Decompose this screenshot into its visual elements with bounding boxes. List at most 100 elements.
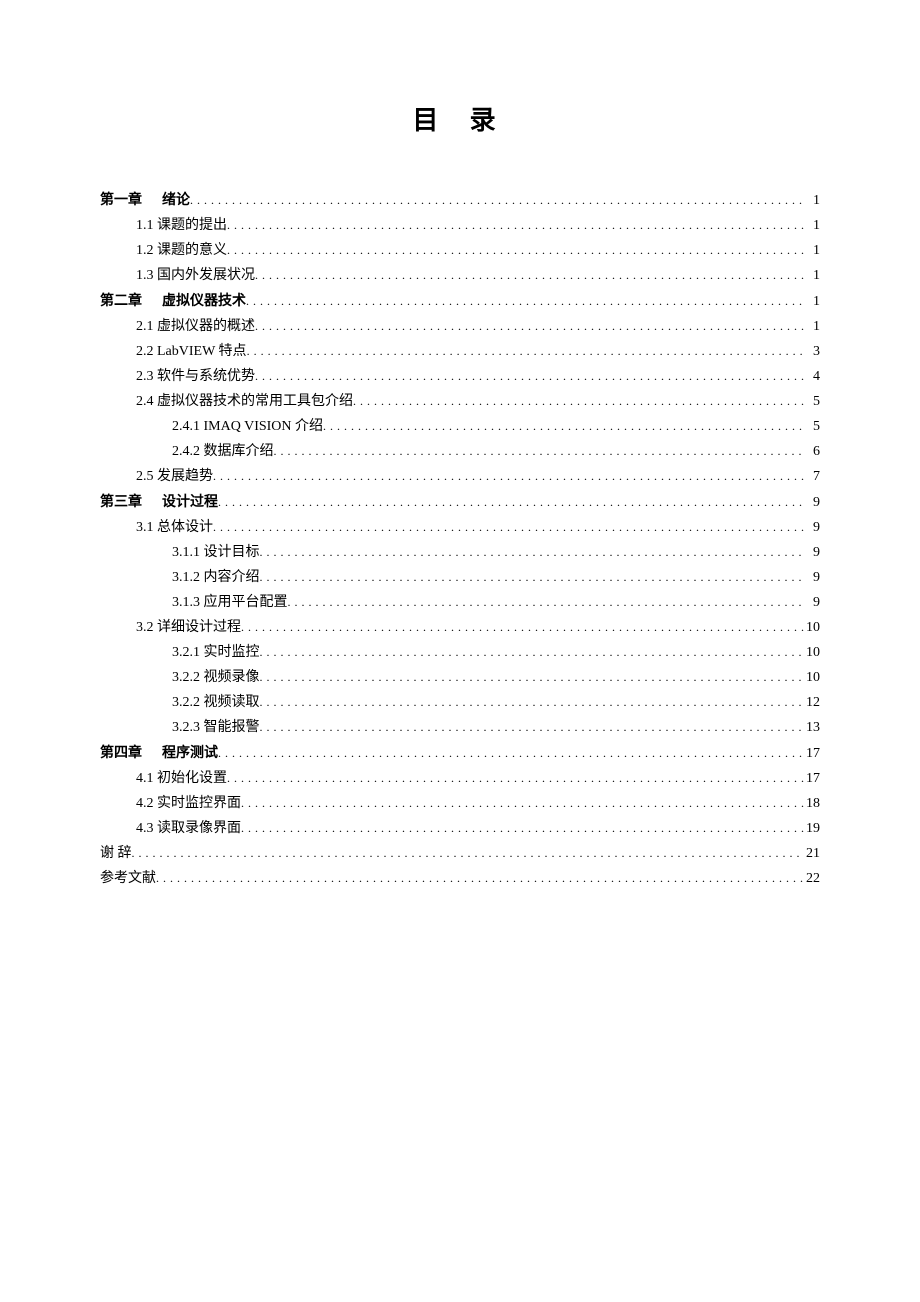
toc-entry: 1.1 课题的提出 1 bbox=[100, 213, 820, 238]
toc-entry-label: 4.2 实时监控界面 bbox=[136, 792, 241, 816]
toc-dots bbox=[246, 289, 804, 313]
toc-entry: 3.2.2 视频录像 10 bbox=[100, 665, 820, 690]
toc-page-number: 13 bbox=[804, 716, 820, 740]
toc-page-number: 12 bbox=[804, 691, 820, 715]
toc-entry-label: 4.1 初始化设置 bbox=[136, 767, 227, 791]
toc-dots bbox=[255, 263, 804, 287]
toc-page-number: 17 bbox=[804, 767, 820, 791]
toc-entry: 参考文献 22 bbox=[100, 866, 820, 891]
toc-page-number: 19 bbox=[804, 817, 820, 841]
toc-page-number: 6 bbox=[804, 440, 820, 464]
toc-entry-label: 3.2.2 视频录像 bbox=[172, 666, 260, 690]
toc-entry-label: 2.3 软件与系统优势 bbox=[136, 365, 255, 389]
toc-entry-label: 2.4.2 数据库介绍 bbox=[172, 440, 274, 464]
toc-entry-label: 3.1.2 内容介绍 bbox=[172, 566, 260, 590]
toc-entry-label: 第一章绪论 bbox=[100, 187, 190, 213]
toc-entry: 2.4 虚拟仪器技术的常用工具包介绍 5 bbox=[100, 389, 820, 414]
toc-page-number: 7 bbox=[804, 465, 820, 489]
toc-entry-label: 3.1.1 设计目标 bbox=[172, 541, 260, 565]
toc-entry-label: 1.2 课题的意义 bbox=[136, 239, 227, 263]
toc-entry: 3.2.1 实时监控10 bbox=[100, 640, 820, 665]
toc-entry: 2.4.1 IMAQ VISION 介绍 5 bbox=[100, 414, 820, 439]
toc-dots bbox=[255, 364, 804, 388]
toc-page-number: 5 bbox=[804, 390, 820, 414]
toc-page-number: 4 bbox=[804, 365, 820, 389]
toc-dots bbox=[260, 665, 805, 689]
toc-entry: 3.2.2 视频读取 12 bbox=[100, 690, 820, 715]
toc-dots bbox=[247, 339, 804, 363]
toc-page-number: 5 bbox=[804, 415, 820, 439]
toc-entry: 4.1 初始化设置 17 bbox=[100, 766, 820, 791]
toc-dots bbox=[260, 540, 805, 564]
toc-dots bbox=[255, 314, 804, 338]
toc-entry: 2.2 LabVIEW 特点 3 bbox=[100, 339, 820, 364]
toc-entry: 3.1 总体设计 9 bbox=[100, 515, 820, 540]
toc-entry: 谢 辞 21 bbox=[100, 841, 820, 866]
toc-entry: 第二章虚拟仪器技术 1 bbox=[100, 288, 820, 314]
toc-entry: 4.2 实时监控界面 18 bbox=[100, 791, 820, 816]
toc-entry-label: 2.4 虚拟仪器技术的常用工具包介绍 bbox=[136, 390, 353, 414]
toc-page-number: 21 bbox=[804, 842, 820, 866]
toc-dots bbox=[213, 515, 804, 539]
toc-page-number: 10 bbox=[804, 666, 820, 690]
toc-entry-label: 3.1 总体设计 bbox=[136, 516, 213, 540]
toc-entry-label: 参考文献 bbox=[100, 867, 156, 891]
toc-entry: 2.1 虚拟仪器的概述 1 bbox=[100, 314, 820, 339]
toc-page-number: 9 bbox=[804, 541, 820, 565]
toc-title: 目 录 bbox=[100, 100, 820, 137]
toc-page-number: 9 bbox=[804, 516, 820, 540]
toc-entry-label: 4.3 读取录像界面 bbox=[136, 817, 241, 841]
toc-dots bbox=[288, 590, 805, 614]
toc-dots bbox=[260, 640, 805, 664]
toc-entry-label: 3.2.2 视频读取 bbox=[172, 691, 260, 715]
toc-page-number: 1 bbox=[804, 214, 820, 238]
toc-entry: 1.2 课题的意义 1 bbox=[100, 238, 820, 263]
toc-page-number: 17 bbox=[804, 742, 820, 766]
toc-page-number: 1 bbox=[804, 264, 820, 288]
toc-page-number: 1 bbox=[804, 315, 820, 339]
toc-page-number: 1 bbox=[804, 290, 820, 314]
toc-page-number: 9 bbox=[804, 566, 820, 590]
toc-page-number: 22 bbox=[804, 867, 820, 891]
toc-entry: 3.1.3 应用平台配置9 bbox=[100, 590, 820, 615]
toc-dots bbox=[227, 766, 804, 790]
toc-entry: 3.2 详细设计过程 10 bbox=[100, 615, 820, 640]
toc-dots bbox=[241, 816, 804, 840]
toc-dots bbox=[260, 715, 805, 739]
toc-dots bbox=[260, 690, 805, 714]
toc-entry-label: 谢 辞 bbox=[100, 842, 132, 866]
toc-dots bbox=[218, 490, 804, 514]
toc-entry-label: 2.5 发展趋势 bbox=[136, 465, 213, 489]
toc-page-number: 3 bbox=[804, 340, 820, 364]
toc-page-number: 1 bbox=[804, 239, 820, 263]
toc-entry-label: 1.1 课题的提出 bbox=[136, 214, 227, 238]
toc-page-number: 1 bbox=[804, 189, 820, 213]
toc-entry-label: 3.2 详细设计过程 bbox=[136, 616, 241, 640]
toc-entry-label: 1.3 国内外发展状况 bbox=[136, 264, 255, 288]
toc-page-number: 18 bbox=[804, 792, 820, 816]
toc-entry-label: 3.2.3 智能报警 bbox=[172, 716, 260, 740]
toc-dots bbox=[190, 188, 804, 212]
toc-entry-label: 2.4.1 IMAQ VISION 介绍 bbox=[172, 415, 323, 439]
toc-entry: 第四章程序测试 17 bbox=[100, 740, 820, 766]
toc-entry-label: 第二章虚拟仪器技术 bbox=[100, 288, 246, 314]
toc-entry: 第三章设计过程 9 bbox=[100, 489, 820, 515]
toc-entry: 1.3 国内外发展状况 1 bbox=[100, 263, 820, 288]
toc-dots bbox=[227, 213, 804, 237]
toc-page-number: 10 bbox=[804, 616, 820, 640]
toc-dots bbox=[260, 565, 805, 589]
toc-entry: 第一章绪论 1 bbox=[100, 187, 820, 213]
toc-page-number: 9 bbox=[804, 591, 820, 615]
toc-page-number: 9 bbox=[804, 491, 820, 515]
toc-entry: 3.2.3 智能报警 13 bbox=[100, 715, 820, 740]
toc-entry-label: 2.1 虚拟仪器的概述 bbox=[136, 315, 255, 339]
toc-entry: 2.4.2 数据库介绍 6 bbox=[100, 439, 820, 464]
toc-dots bbox=[132, 841, 805, 865]
toc-dots bbox=[241, 615, 804, 639]
toc-entry: 2.3 软件与系统优势 4 bbox=[100, 364, 820, 389]
toc-entry-label: 2.2 LabVIEW 特点 bbox=[136, 340, 247, 364]
toc-entry: 4.3 读取录像界面 19 bbox=[100, 816, 820, 841]
toc-dots bbox=[227, 238, 804, 262]
toc-entry-label: 第三章设计过程 bbox=[100, 489, 218, 515]
toc-entry-label: 3.2.1 实时监控 bbox=[172, 641, 260, 665]
